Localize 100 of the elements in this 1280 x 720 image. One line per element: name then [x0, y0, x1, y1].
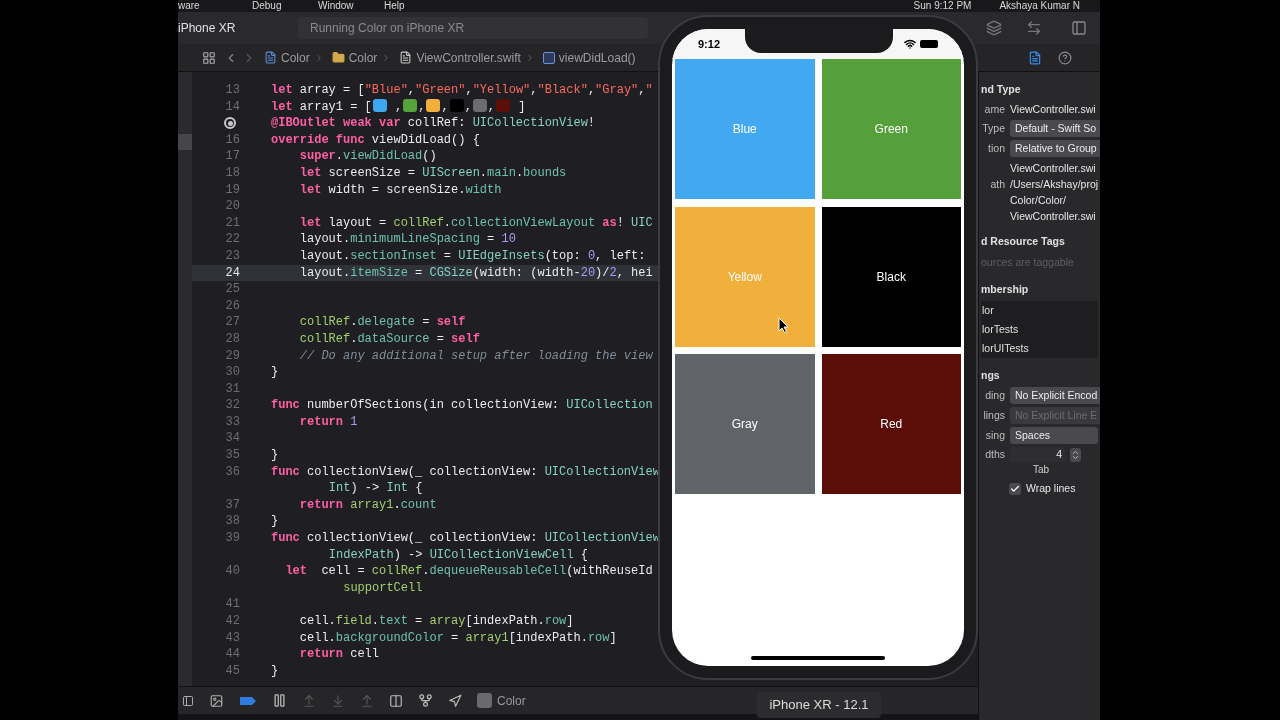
line-number: 40 [225, 563, 240, 580]
location-icon[interactable] [448, 693, 462, 708]
status-time: 9:12 [698, 36, 721, 52]
line-number: 19 [225, 181, 240, 199]
breadcrumb-item[interactable]: Color [348, 48, 378, 67]
line-number: 33 [225, 413, 240, 431]
code-line: cell.backgroundColor = array1[indexPath.row] [298, 629, 617, 647]
line-number: 45 [225, 662, 240, 680]
field-value: ViewController.swi [1010, 102, 1096, 116]
popup-button[interactable]: No Explicit Encod [1010, 387, 1100, 404]
code-line: } [270, 513, 279, 531]
field-label: Type [981, 121, 1005, 136]
pause-icon[interactable] [272, 693, 287, 708]
line-number: 16 [225, 131, 240, 149]
code-line: collRef.dataSource = self [298, 330, 480, 348]
field-label: lings [982, 408, 1005, 423]
target-item[interactable]: lorTests [981, 320, 1098, 339]
breadcrumb-item[interactable]: ViewController.swift [416, 48, 521, 67]
section-heading: d Resource Tags [981, 234, 1066, 249]
line-number: 29 [225, 347, 240, 365]
line-number: 20 [225, 198, 240, 215]
line-number: 42 [225, 613, 240, 630]
editor-mode-icon[interactable] [986, 20, 1002, 36]
menu-clock: Sun 9:12 PM [913, 0, 972, 12]
grid-icon[interactable] [202, 50, 216, 65]
line-number: 25 [225, 281, 240, 298]
target-item[interactable]: lor [981, 301, 1098, 320]
line-number: 27 [225, 314, 240, 331]
scheme-selector[interactable]: iPhone XR [178, 19, 288, 37]
color-cell[interactable]: Red [821, 354, 961, 494]
breadcrumb-item[interactable]: Color [281, 48, 310, 67]
line-number: 14 [225, 98, 240, 116]
menu-item[interactable]: Help [384, 0, 450, 12]
panel-toggle-icon[interactable] [1070, 20, 1088, 36]
code-line: let array1 = [ , , , , , ] [270, 98, 526, 116]
cell-label: Black [876, 268, 906, 286]
cell-label: Blue [732, 121, 757, 138]
line-number: 21 [225, 214, 240, 232]
code-line: } [270, 364, 279, 381]
code-line: override func viewDidLoad() { [270, 131, 480, 149]
line-number: 32 [225, 397, 240, 414]
line-number: 34 [225, 430, 240, 448]
line-number: 17 [225, 148, 240, 165]
field-label: dths [984, 447, 1005, 462]
field-label: tion [987, 141, 1005, 156]
debug-target[interactable]: Color [497, 691, 526, 710]
field-value: ViewController.swi [1010, 209, 1096, 223]
version-editor-icon[interactable] [1026, 20, 1042, 36]
help-inspector-tab[interactable] [1058, 50, 1072, 65]
code-line: IndexPath) -> UICollectionViewCell { [327, 546, 589, 564]
console-toggle-icon[interactable] [182, 693, 194, 708]
popup-button[interactable]: Default - Swift So [1010, 120, 1100, 137]
number-field[interactable]: 4 [1010, 447, 1065, 462]
device-label: iPhone XR - 12.1 [757, 692, 881, 718]
code-line: Int) -> Int { [327, 480, 423, 497]
target-item[interactable]: lorUITests [981, 339, 1098, 358]
popup-button[interactable]: Spaces [1010, 427, 1098, 444]
code-line: return array1.count [298, 496, 437, 514]
image-icon[interactable] [209, 693, 224, 708]
field-value: /Users/Akshay/proj [1010, 177, 1099, 191]
line-number: 35 [225, 447, 240, 464]
code-line: } [270, 662, 279, 680]
activity-field: Running Color on iPhone XR [298, 17, 648, 39]
breadcrumb-item[interactable]: viewDidLoad() [558, 48, 636, 67]
code-line: let array = ["Blue","Green","Yellow","Black","Gray"," [270, 82, 653, 99]
memory-graph-icon[interactable] [418, 693, 433, 708]
menu-item[interactable]: Debug [252, 0, 318, 12]
checkbox[interactable] [1009, 482, 1021, 495]
file-inspector-tab[interactable] [1028, 50, 1042, 65]
menu-item[interactable]: Window [318, 0, 384, 12]
battery-icon [920, 40, 938, 48]
code-line: let layout = collRef.collectionViewLayout as! UIC [298, 214, 653, 232]
field-value: Color/Color/ [1010, 193, 1067, 207]
breakpoint-icon[interactable] [239, 695, 257, 706]
code-line: supportCell [342, 579, 423, 597]
color-cell[interactable]: Black [821, 206, 961, 347]
code-line: super.viewDidLoad() [298, 148, 437, 165]
color-cell[interactable]: Gray [675, 354, 815, 494]
line-number: 28 [225, 330, 240, 348]
code-line: func collectionView(_ collectionView: UICollectionView [270, 530, 660, 547]
line-number: 41 [225, 596, 240, 613]
code-line: layout.sectionInset = UIEdgeInsets(top: 0, left: [298, 247, 646, 265]
line-number: 26 [225, 297, 240, 315]
field-label: ding [984, 388, 1005, 403]
menu-user[interactable]: Akshaya Kumar N [999, 0, 1080, 12]
code-line: cell.field.text = array[indexPath.row] [298, 613, 574, 630]
view-debugger-icon[interactable] [389, 693, 403, 708]
code-line: // Do any additional setup after loading the view [298, 347, 653, 365]
section-heading: ngs [981, 368, 1001, 383]
cell-label: Green [874, 121, 908, 138]
line-number: 30 [225, 364, 240, 381]
outlet-connection-icon[interactable] [224, 117, 236, 130]
code-line: } [270, 447, 279, 464]
folder-icon [331, 51, 345, 64]
popup-button[interactable]: Relative to Group [1010, 140, 1100, 157]
field-value: ViewController.swi [1010, 161, 1096, 175]
stepper-icon[interactable] [1070, 447, 1081, 462]
field-label: sing [984, 428, 1005, 443]
menu-item[interactable]: ware [178, 0, 252, 12]
mouse-pointer-icon [778, 316, 789, 333]
